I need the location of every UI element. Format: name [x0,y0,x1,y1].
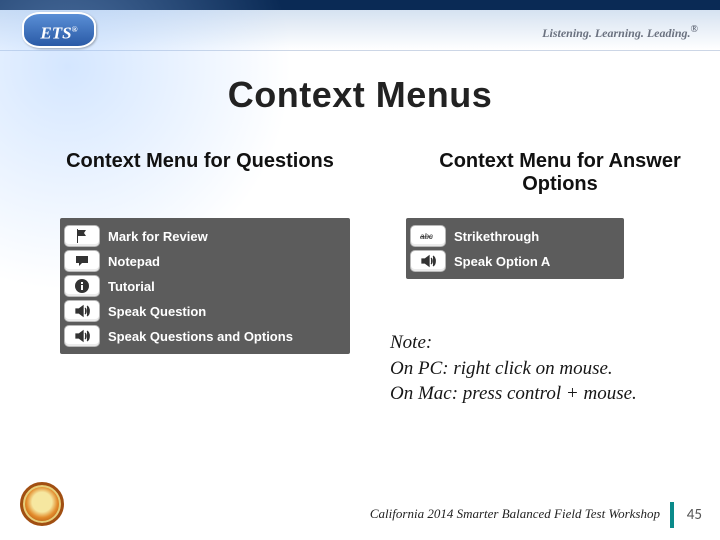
menu-item-speak-question[interactable]: Speak Question [64,300,344,322]
svg-text:abc: abc [420,232,433,241]
menu-item-strikethrough[interactable]: abc Strikethrough [410,225,618,247]
menu-item-speak-questions-and-options[interactable]: Speak Questions and Options [64,325,344,347]
tagline-text: Listening. Learning. Leading. [542,26,690,40]
ets-logo: ETS® [22,12,96,48]
slide: ETS® Listening. Learning. Leading.® Cont… [0,0,720,540]
footer-divider [670,502,674,528]
speaker-icon [410,250,446,272]
tagline: Listening. Learning. Leading.® [542,24,698,41]
menu-item-label: Speak Option A [454,254,550,269]
header-divider [0,50,720,51]
menu-item-label: Notepad [108,254,160,269]
strike-icon: abc [410,225,446,247]
info-icon [64,275,100,297]
speaker-icon [64,325,100,347]
speaker-icon [64,300,100,322]
flag-icon [64,225,100,247]
menu-item-speak-option-a[interactable]: Speak Option A [410,250,618,272]
menu-item-label: Speak Question [108,304,206,319]
state-seal-icon [20,482,64,526]
page-title: Context Menus [0,74,720,116]
note-block: Note: On PC: right click on mouse. On Ma… [390,330,710,407]
context-menu-questions: Mark for Review Notepad Tutorial Speak Q… [60,218,350,354]
menu-item-mark-for-review[interactable]: Mark for Review [64,225,344,247]
note-line: On PC: right click on mouse. [390,356,710,382]
note-line: On Mac: press control + mouse. [390,381,710,407]
footer-page-number: 45 [687,506,702,524]
column-heading-questions: Context Menu for Questions [40,150,360,173]
speech-icon [64,250,100,272]
column-heading-answers: Context Menu for Answer Options [400,150,720,196]
header-stripe [0,0,720,10]
menu-item-tutorial[interactable]: Tutorial [64,275,344,297]
menu-item-label: Tutorial [108,279,155,294]
menu-item-label: Strikethrough [454,229,539,244]
menu-item-label: Speak Questions and Options [108,329,293,344]
ets-logo-text: ETS [40,24,71,43]
context-menu-answers: abc Strikethrough Speak Option A [406,218,624,279]
footer-text: California 2014 Smarter Balanced Field T… [370,506,660,522]
menu-item-notepad[interactable]: Notepad [64,250,344,272]
menu-item-label: Mark for Review [108,229,208,244]
note-line: Note: [390,330,710,356]
